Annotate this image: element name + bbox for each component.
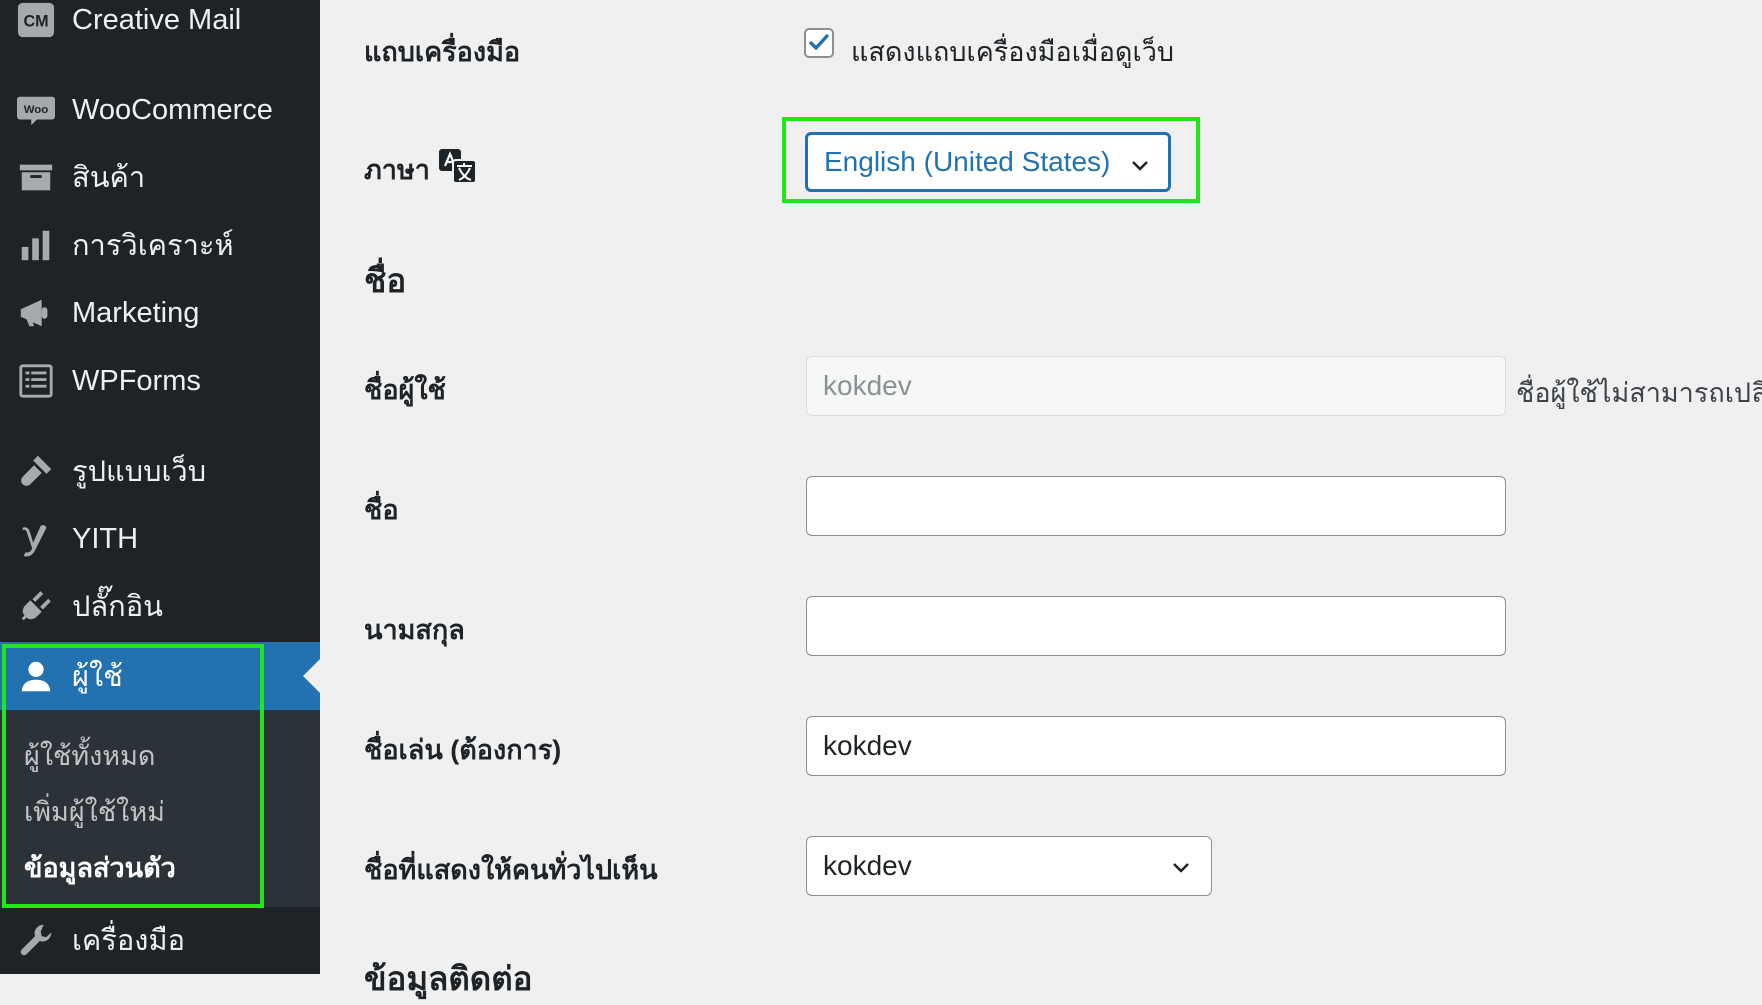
sidebar-item-appearance[interactable]: รูปแบบเว็บ bbox=[0, 443, 320, 499]
sidebar-item-woocommerce[interactable]: Woo WooCommerce bbox=[0, 82, 320, 138]
first-name-field[interactable] bbox=[806, 476, 1506, 536]
sidebar-item-label: เครื่องมือ bbox=[72, 925, 185, 957]
sidebar-item-yith[interactable]: YITH bbox=[0, 511, 320, 567]
sidebar-item-plugins[interactable]: ปลั๊กอิน bbox=[0, 578, 320, 634]
woocommerce-icon: Woo bbox=[16, 90, 56, 130]
nickname-value: kokdev bbox=[823, 730, 912, 761]
sidebar-item-label: Marketing bbox=[72, 296, 200, 329]
form-icon bbox=[16, 361, 56, 401]
bar-chart-icon bbox=[16, 225, 56, 265]
woocommerce-icon-text: Woo bbox=[24, 104, 49, 116]
sidebar-item-wpforms[interactable]: WPForms bbox=[0, 353, 320, 409]
last-name-field[interactable] bbox=[806, 596, 1506, 656]
nickname-field[interactable]: kokdev bbox=[806, 716, 1506, 776]
sidebar-item-users[interactable]: ผู้ใช้ bbox=[0, 642, 320, 710]
submenu-item-add-new-user[interactable]: เพิ่มผู้ใช้ใหม่ bbox=[24, 790, 165, 833]
users-submenu: ผู้ใช้ทั้งหมด เพิ่มผู้ใช้ใหม่ ข้อมูลส่วน… bbox=[0, 710, 320, 907]
creative-mail-icon: CM bbox=[16, 0, 56, 40]
toolbar-checkbox[interactable] bbox=[804, 28, 834, 58]
megaphone-icon bbox=[16, 293, 56, 333]
last-name-label: นามสกุล bbox=[364, 615, 465, 645]
sidebar-item-creative-mail[interactable]: CM Creative Mail bbox=[0, 0, 320, 48]
sidebar-item-tools[interactable]: เครื่องมือ bbox=[0, 912, 320, 968]
toolbar-checkbox-label[interactable]: แสดงแถบเครื่องมือเมื่อดูเว็บ bbox=[851, 30, 1174, 73]
sidebar-item-label: การวิเคราะห์ bbox=[72, 230, 234, 262]
chevron-down-icon bbox=[1173, 863, 1189, 873]
nickname-label: ชื่อเล่น (ต้องการ) bbox=[364, 735, 562, 765]
sidebar-item-analytics[interactable]: การวิเคราะห์ bbox=[0, 217, 320, 273]
sidebar-item-label: YITH bbox=[72, 522, 139, 555]
sidebar-item-products[interactable]: สินค้า bbox=[0, 149, 320, 205]
sidebar-item-marketing[interactable]: Marketing bbox=[0, 285, 320, 341]
display-name-label: ชื่อที่แสดงให้คนทั่วไปเห็น bbox=[364, 855, 658, 885]
language-select-value: English (United States) bbox=[824, 146, 1111, 177]
profile-form: แถบเครื่องมือ แสดงแถบเครื่องมือเมื่อดูเว… bbox=[320, 0, 1762, 997]
toolbar-label: แถบเครื่องมือ bbox=[364, 37, 521, 67]
submenu-item-all-users[interactable]: ผู้ใช้ทั้งหมด bbox=[24, 734, 155, 777]
language-select[interactable]: English (United States) bbox=[805, 132, 1171, 192]
admin-sidebar: CM Creative Mail Woo WooCommerce สินค้า … bbox=[0, 0, 320, 974]
contact-section-title: ข้อมูลติดต่อ bbox=[364, 960, 533, 997]
username-field: kokdev bbox=[806, 356, 1506, 416]
username-description: ชื่อผู้ใช้ไม่สามารถเปลี่ย bbox=[1516, 378, 1762, 408]
sidebar-item-label: WPForms bbox=[72, 364, 201, 397]
username-label: ชื่อผู้ใช้ bbox=[364, 375, 446, 405]
user-icon bbox=[16, 656, 56, 696]
sidebar-item-label: ผู้ใช้ bbox=[72, 661, 123, 693]
sidebar-item-label: ปลั๊กอิน bbox=[72, 591, 163, 623]
display-name-select[interactable]: kokdev bbox=[806, 836, 1212, 896]
creative-mail-icon-text: CM bbox=[23, 13, 48, 31]
paintbrush-icon bbox=[16, 451, 56, 491]
sidebar-item-label: Creative Mail bbox=[72, 3, 242, 36]
yith-icon bbox=[16, 519, 56, 559]
sidebar-item-label: WooCommerce bbox=[72, 93, 273, 126]
name-section-title: ชื่อ bbox=[364, 262, 407, 299]
archive-icon bbox=[16, 157, 56, 197]
submenu-item-profile[interactable]: ข้อมูลส่วนตัว bbox=[24, 846, 176, 889]
display-name-value: kokdev bbox=[823, 850, 912, 881]
sidebar-item-label: รูปแบบเว็บ bbox=[72, 456, 207, 488]
username-value: kokdev bbox=[823, 370, 912, 401]
first-name-label: ชื่อ bbox=[364, 495, 399, 525]
sidebar-item-label: สินค้า bbox=[72, 162, 146, 194]
chevron-down-icon bbox=[1132, 161, 1148, 171]
translation-icon bbox=[438, 148, 478, 184]
checkmark-icon bbox=[809, 34, 829, 50]
plugin-icon bbox=[16, 586, 56, 626]
wrench-icon bbox=[16, 920, 56, 960]
language-label: ภาษา bbox=[364, 155, 430, 185]
